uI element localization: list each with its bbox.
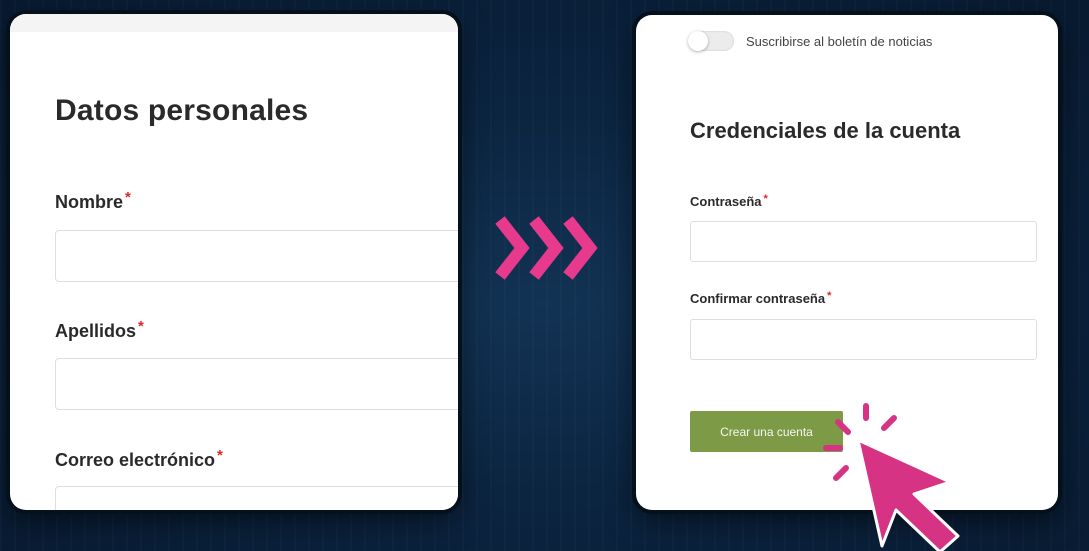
cursor-click-icon — [856, 438, 960, 551]
triple-chevron-right-icon — [495, 216, 598, 280]
overlay-graphics — [495, 216, 960, 551]
